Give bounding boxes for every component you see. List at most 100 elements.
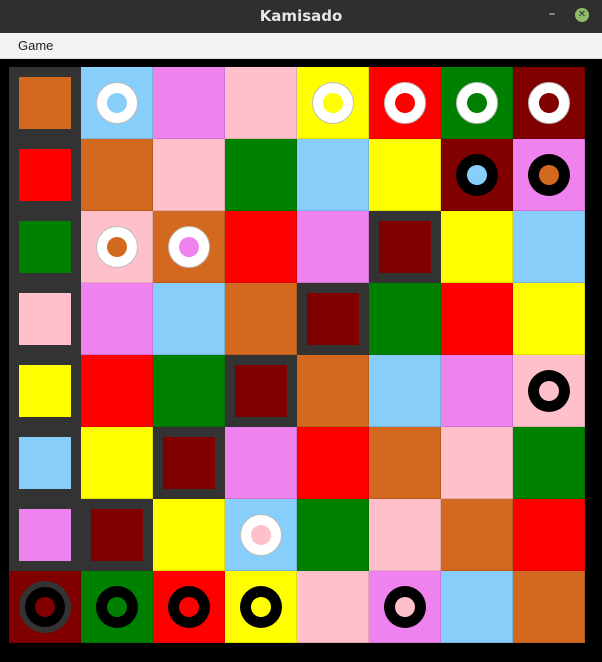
board-cell-violet[interactable] bbox=[9, 499, 81, 571]
board-cell-green[interactable] bbox=[297, 499, 369, 571]
board-cell-violet[interactable] bbox=[81, 283, 153, 355]
piece-color-dot bbox=[395, 597, 415, 617]
selected-piece-ring bbox=[25, 587, 65, 627]
move-highlight-frame bbox=[9, 355, 81, 427]
black-piece-pink[interactable] bbox=[384, 586, 426, 628]
board-cell-brown[interactable] bbox=[369, 211, 441, 283]
game-board bbox=[9, 67, 585, 643]
move-highlight-frame bbox=[81, 499, 153, 571]
board-cell-green[interactable] bbox=[9, 211, 81, 283]
board-cell-orange[interactable] bbox=[225, 283, 297, 355]
board-cell-orange[interactable] bbox=[441, 499, 513, 571]
board-cell-green[interactable] bbox=[225, 139, 297, 211]
board-cell-brown[interactable] bbox=[225, 355, 297, 427]
board-cell-yellow[interactable] bbox=[9, 355, 81, 427]
board-cell-red[interactable] bbox=[513, 499, 585, 571]
menu-game[interactable]: Game bbox=[10, 33, 61, 58]
piece-color-dot bbox=[467, 93, 487, 113]
black-piece-green[interactable] bbox=[96, 586, 138, 628]
board-cell-yellow[interactable] bbox=[297, 67, 369, 139]
board-cell-orange[interactable] bbox=[9, 67, 81, 139]
board-cell-blue[interactable] bbox=[153, 283, 225, 355]
piece-color-dot bbox=[251, 525, 271, 545]
board-cell-yellow[interactable] bbox=[441, 211, 513, 283]
move-highlight-frame bbox=[369, 211, 441, 283]
piece-color-dot bbox=[251, 597, 271, 617]
board-cell-blue[interactable] bbox=[297, 139, 369, 211]
board-cell-pink[interactable] bbox=[225, 67, 297, 139]
board-cell-brown[interactable] bbox=[297, 283, 369, 355]
board-cell-blue[interactable] bbox=[513, 211, 585, 283]
black-piece-yellow[interactable] bbox=[240, 586, 282, 628]
board-cell-pink[interactable] bbox=[153, 139, 225, 211]
board-cell-orange[interactable] bbox=[81, 139, 153, 211]
board-cell-red[interactable] bbox=[225, 211, 297, 283]
menu-bar: Game bbox=[0, 33, 602, 59]
board-cell-blue[interactable] bbox=[369, 355, 441, 427]
board-cell-brown[interactable] bbox=[153, 427, 225, 499]
board-cell-brown[interactable] bbox=[81, 499, 153, 571]
board-cell-green[interactable] bbox=[513, 427, 585, 499]
black-piece-blue[interactable] bbox=[456, 154, 498, 196]
board-cell-red[interactable] bbox=[297, 427, 369, 499]
board-cell-violet[interactable] bbox=[441, 355, 513, 427]
black-piece-brown[interactable] bbox=[19, 581, 71, 633]
piece-color-dot bbox=[539, 93, 559, 113]
board-cell-green[interactable] bbox=[153, 355, 225, 427]
white-piece-pink[interactable] bbox=[240, 514, 282, 556]
black-piece-orange[interactable] bbox=[528, 154, 570, 196]
white-piece-red[interactable] bbox=[384, 82, 426, 124]
board-cell-yellow[interactable] bbox=[81, 427, 153, 499]
piece-color-dot bbox=[467, 165, 487, 185]
board-cell-green[interactable] bbox=[81, 571, 153, 643]
board-cell-pink[interactable] bbox=[441, 427, 513, 499]
board-cell-violet[interactable] bbox=[153, 67, 225, 139]
board-cell-pink[interactable] bbox=[369, 499, 441, 571]
minimize-icon[interactable]: – bbox=[546, 6, 558, 22]
board-cell-yellow[interactable] bbox=[513, 283, 585, 355]
board-cell-violet[interactable] bbox=[225, 427, 297, 499]
move-highlight-frame bbox=[9, 67, 81, 139]
white-piece-yellow[interactable] bbox=[312, 82, 354, 124]
board-cell-red[interactable] bbox=[9, 139, 81, 211]
move-highlight-frame bbox=[297, 283, 369, 355]
move-highlight-frame bbox=[9, 139, 81, 211]
board-cell-green[interactable] bbox=[441, 67, 513, 139]
white-piece-brown[interactable] bbox=[528, 82, 570, 124]
board-cell-green[interactable] bbox=[369, 283, 441, 355]
board-cell-brown[interactable] bbox=[9, 571, 81, 643]
board-cell-orange[interactable] bbox=[369, 427, 441, 499]
board-cell-pink[interactable] bbox=[297, 571, 369, 643]
board-cell-violet[interactable] bbox=[513, 139, 585, 211]
board-cell-pink[interactable] bbox=[9, 283, 81, 355]
white-piece-blue[interactable] bbox=[96, 82, 138, 124]
board-cell-brown[interactable] bbox=[441, 139, 513, 211]
board-cell-pink[interactable] bbox=[81, 211, 153, 283]
white-piece-violet[interactable] bbox=[168, 226, 210, 268]
board-cell-pink[interactable] bbox=[513, 355, 585, 427]
board-cell-yellow[interactable] bbox=[153, 499, 225, 571]
board-cell-brown[interactable] bbox=[513, 67, 585, 139]
black-piece-pink[interactable] bbox=[528, 370, 570, 412]
board-cell-orange[interactable] bbox=[513, 571, 585, 643]
board-cell-orange[interactable] bbox=[153, 211, 225, 283]
close-icon[interactable]: ✕ bbox=[575, 8, 589, 22]
board-cell-blue[interactable] bbox=[81, 67, 153, 139]
board-cell-red[interactable] bbox=[441, 283, 513, 355]
board-cell-blue[interactable] bbox=[441, 571, 513, 643]
board-cell-red[interactable] bbox=[369, 67, 441, 139]
board-cell-violet[interactable] bbox=[297, 211, 369, 283]
board-cell-orange[interactable] bbox=[297, 355, 369, 427]
board-cell-yellow[interactable] bbox=[225, 571, 297, 643]
board-cell-red[interactable] bbox=[81, 355, 153, 427]
window-title: Kamisado bbox=[259, 7, 343, 25]
title-bar[interactable]: Kamisado – ✕ bbox=[0, 0, 602, 33]
black-piece-red[interactable] bbox=[168, 586, 210, 628]
board-cell-blue[interactable] bbox=[9, 427, 81, 499]
white-piece-green[interactable] bbox=[456, 82, 498, 124]
board-cell-yellow[interactable] bbox=[369, 139, 441, 211]
board-cell-red[interactable] bbox=[153, 571, 225, 643]
white-piece-orange[interactable] bbox=[96, 226, 138, 268]
board-cell-violet[interactable] bbox=[369, 571, 441, 643]
board-cell-blue[interactable] bbox=[225, 499, 297, 571]
